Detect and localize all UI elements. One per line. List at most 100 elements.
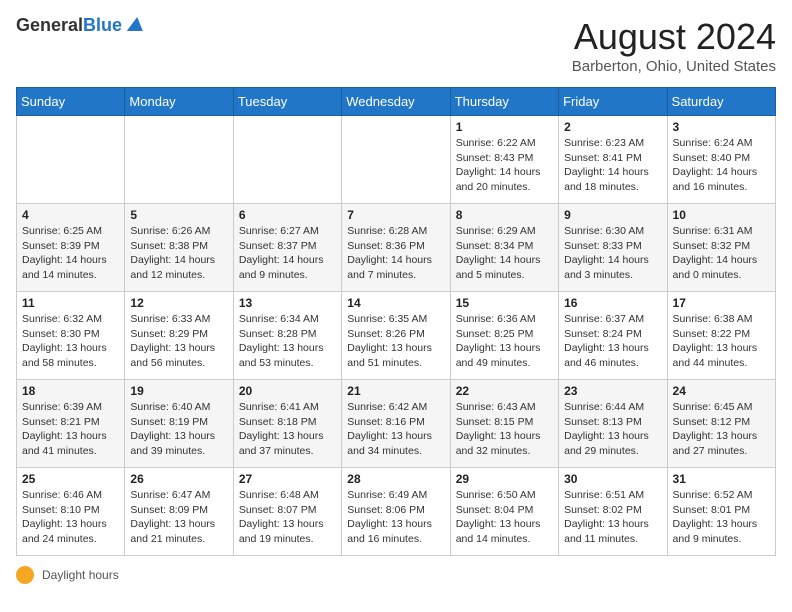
calendar-week-row: 18 Sunrise: 6:39 AM Sunset: 8:21 PM Dayli… [17,380,776,468]
calendar-cell: 22 Sunrise: 6:43 AM Sunset: 8:15 PM Dayli… [450,380,558,468]
day-info: Sunrise: 6:36 AM Sunset: 8:25 PM Dayligh… [456,312,553,371]
day-number: 26 [130,472,227,486]
calendar-cell: 12Sunrise: 6:33 AM Sunset: 8:29 PM Dayli… [125,292,233,380]
day-number: 19 [130,384,227,398]
calendar-week-row: 4Sunrise: 6:25 AM Sunset: 8:39 PM Daylig… [17,204,776,292]
calendar-cell: 13 Sunrise: 6:34 AM Sunset: 8:28 PM Dayli… [233,292,341,380]
day-info: Sunrise: 6:34 AM Sunset: 8:28 PM Dayligh… [239,312,336,371]
calendar-week-row: 11Sunrise: 6:32 AM Sunset: 8:30 PM Dayli… [17,292,776,380]
day-number: 5 [130,208,227,222]
day-number: 31 [673,472,770,486]
day-number: 21 [347,384,444,398]
calendar-week-row: 1Sunrise: 6:22 AM Sunset: 8:43 PM Daylig… [17,116,776,204]
day-number: 12 [130,296,227,310]
calendar-cell: 17Sunrise: 6:38 AM Sunset: 8:22 PM Dayli… [667,292,775,380]
calendar-cell: 10 Sunrise: 6:31 AM Sunset: 8:32 PM Dayli… [667,204,775,292]
calendar-day-header: Sunday [17,88,125,116]
calendar-cell: 27Sunrise: 6:48 AM Sunset: 8:07 PM Dayli… [233,468,341,556]
calendar-cell: 6 Sunrise: 6:27 AM Sunset: 8:37 PM Daylig… [233,204,341,292]
calendar-cell: 11Sunrise: 6:32 AM Sunset: 8:30 PM Dayli… [17,292,125,380]
calendar-cell: 15 Sunrise: 6:36 AM Sunset: 8:25 PM Dayli… [450,292,558,380]
calendar-cell: 2Sunrise: 6:23 AM Sunset: 8:41 PM Daylig… [559,116,667,204]
day-number: 22 [456,384,553,398]
calendar-day-header: Wednesday [342,88,450,116]
calendar-day-header: Thursday [450,88,558,116]
day-info: Sunrise: 6:40 AM Sunset: 8:19 PM Dayligh… [130,400,227,459]
title-section: August 2024 Barberton, Ohio, United Stat… [572,16,776,75]
logo: GeneralBlue [16,16,144,36]
day-info: Sunrise: 6:47 AM Sunset: 8:09 PM Dayligh… [130,488,227,547]
day-info: Sunrise: 6:30 AM Sunset: 8:33 PM Dayligh… [564,224,661,283]
calendar-day-header: Saturday [667,88,775,116]
calendar-day-header: Friday [559,88,667,116]
day-info: Sunrise: 6:43 AM Sunset: 8:15 PM Dayligh… [456,400,553,459]
day-number: 10 [673,208,770,222]
calendar-cell: 28 Sunrise: 6:49 AM Sunset: 8:06 PM Dayli… [342,468,450,556]
calendar-cell [342,116,450,204]
calendar-day-header: Tuesday [233,88,341,116]
day-info: Sunrise: 6:35 AM Sunset: 8:26 PM Dayligh… [347,312,444,371]
day-number: 2 [564,120,661,134]
calendar-cell: 20Sunrise: 6:41 AM Sunset: 8:18 PM Dayli… [233,380,341,468]
calendar-cell: 8Sunrise: 6:29 AM Sunset: 8:34 PM Daylig… [450,204,558,292]
calendar-cell: 16Sunrise: 6:37 AM Sunset: 8:24 PM Dayli… [559,292,667,380]
calendar-cell: 4Sunrise: 6:25 AM Sunset: 8:39 PM Daylig… [17,204,125,292]
day-info: Sunrise: 6:52 AM Sunset: 8:01 PM Dayligh… [673,488,770,547]
day-info: Sunrise: 6:31 AM Sunset: 8:32 PM Dayligh… [673,224,770,283]
day-info: Sunrise: 6:39 AM Sunset: 8:21 PM Dayligh… [22,400,119,459]
day-number: 24 [673,384,770,398]
day-info: Sunrise: 6:46 AM Sunset: 8:10 PM Dayligh… [22,488,119,547]
day-number: 18 [22,384,119,398]
day-number: 17 [673,296,770,310]
sun-icon [16,566,34,584]
footer: Daylight hours [16,566,776,584]
logo-general: General [16,15,83,35]
calendar-cell [17,116,125,204]
day-info: Sunrise: 6:26 AM Sunset: 8:38 PM Dayligh… [130,224,227,283]
day-info: Sunrise: 6:51 AM Sunset: 8:02 PM Dayligh… [564,488,661,547]
calendar-cell: 21Sunrise: 6:42 AM Sunset: 8:16 PM Dayli… [342,380,450,468]
day-info: Sunrise: 6:24 AM Sunset: 8:40 PM Dayligh… [673,136,770,195]
day-info: Sunrise: 6:25 AM Sunset: 8:39 PM Dayligh… [22,224,119,283]
calendar-cell: 9Sunrise: 6:30 AM Sunset: 8:33 PM Daylig… [559,204,667,292]
calendar-cell: 26 Sunrise: 6:47 AM Sunset: 8:09 PM Dayli… [125,468,233,556]
calendar-cell: 19 Sunrise: 6:40 AM Sunset: 8:19 PM Dayli… [125,380,233,468]
day-number: 16 [564,296,661,310]
calendar-cell [233,116,341,204]
day-number: 6 [239,208,336,222]
logo-blue: Blue [83,15,122,35]
calendar-cell: 18 Sunrise: 6:39 AM Sunset: 8:21 PM Dayli… [17,380,125,468]
day-number: 14 [347,296,444,310]
day-number: 29 [456,472,553,486]
calendar-cell: 23 Sunrise: 6:44 AM Sunset: 8:13 PM Dayli… [559,380,667,468]
day-number: 7 [347,208,444,222]
page-header: GeneralBlue August 2024 Barberton, Ohio,… [16,16,776,75]
calendar-day-header: Monday [125,88,233,116]
calendar-cell [125,116,233,204]
day-info: Sunrise: 6:22 AM Sunset: 8:43 PM Dayligh… [456,136,553,195]
day-info: Sunrise: 6:27 AM Sunset: 8:37 PM Dayligh… [239,224,336,283]
daylight-label: Daylight hours [42,568,119,582]
day-number: 25 [22,472,119,486]
day-info: Sunrise: 6:44 AM Sunset: 8:13 PM Dayligh… [564,400,661,459]
day-info: Sunrise: 6:45 AM Sunset: 8:12 PM Dayligh… [673,400,770,459]
calendar-cell: 14 Sunrise: 6:35 AM Sunset: 8:26 PM Dayli… [342,292,450,380]
month-year-title: August 2024 [572,16,776,58]
calendar-week-row: 25 Sunrise: 6:46 AM Sunset: 8:10 PM Dayli… [17,468,776,556]
calendar-cell: 30Sunrise: 6:51 AM Sunset: 8:02 PM Dayli… [559,468,667,556]
calendar-cell: 1Sunrise: 6:22 AM Sunset: 8:43 PM Daylig… [450,116,558,204]
day-number: 13 [239,296,336,310]
day-info: Sunrise: 6:28 AM Sunset: 8:36 PM Dayligh… [347,224,444,283]
day-number: 20 [239,384,336,398]
day-number: 15 [456,296,553,310]
calendar-header-row: SundayMondayTuesdayWednesdayThursdayFrid… [17,88,776,116]
calendar-cell: 24 Sunrise: 6:45 AM Sunset: 8:12 PM Dayli… [667,380,775,468]
day-number: 23 [564,384,661,398]
day-number: 3 [673,120,770,134]
day-info: Sunrise: 6:48 AM Sunset: 8:07 PM Dayligh… [239,488,336,547]
day-info: Sunrise: 6:49 AM Sunset: 8:06 PM Dayligh… [347,488,444,547]
day-number: 28 [347,472,444,486]
day-info: Sunrise: 6:50 AM Sunset: 8:04 PM Dayligh… [456,488,553,547]
day-info: Sunrise: 6:32 AM Sunset: 8:30 PM Dayligh… [22,312,119,371]
calendar-cell: 5 Sunrise: 6:26 AM Sunset: 8:38 PM Daylig… [125,204,233,292]
